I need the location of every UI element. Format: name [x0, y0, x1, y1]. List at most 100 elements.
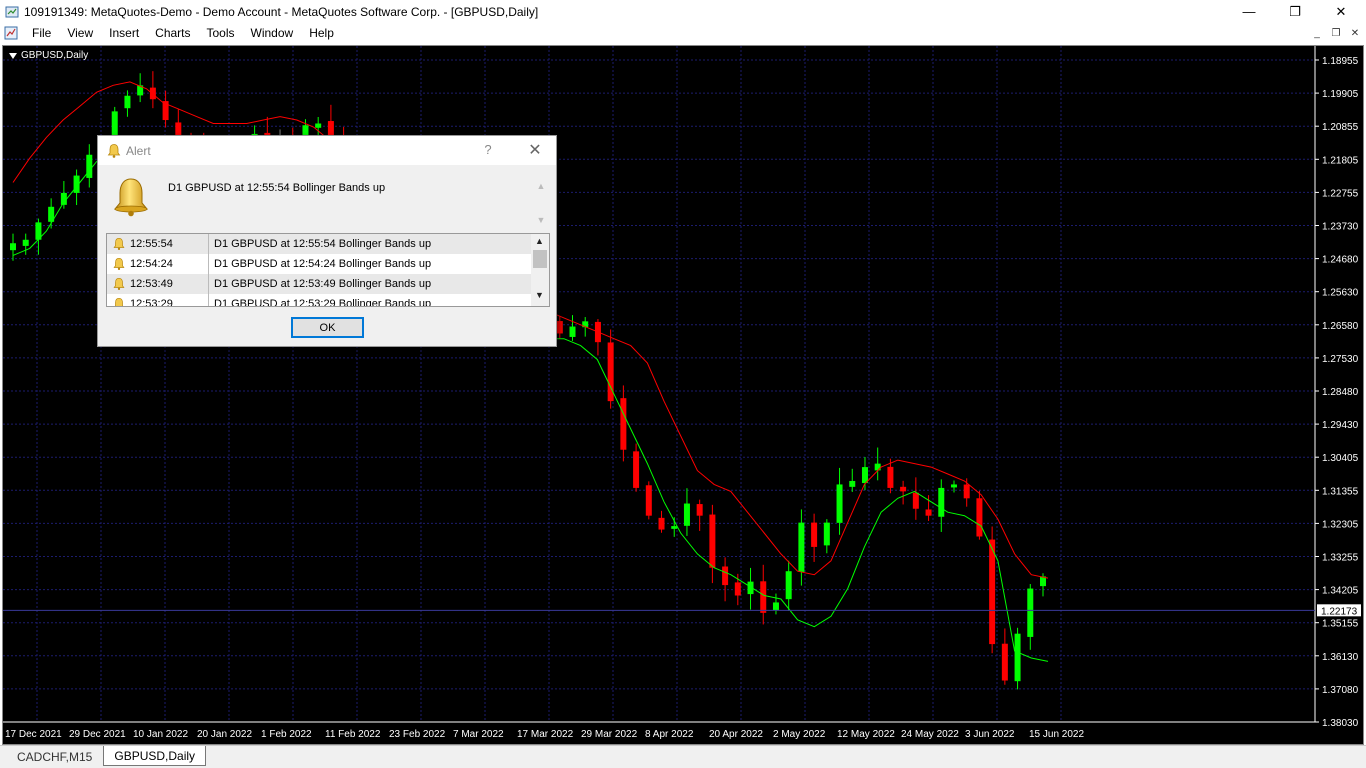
alert-time: 12:54:24	[126, 254, 209, 274]
candle-body	[963, 484, 970, 499]
y-tick-label: 1.19905	[1322, 89, 1359, 100]
candle-body	[645, 485, 652, 516]
x-tick-label: 17 Mar 2022	[517, 729, 574, 740]
candle-body	[111, 111, 118, 136]
scroll-down-icon[interactable]: ▼	[535, 290, 544, 300]
candle-body	[696, 504, 703, 516]
candle-body	[315, 123, 322, 128]
alert-text: D1 GBPUSD at 12:53:49 Bollinger Bands up	[214, 278, 432, 290]
x-tick-label: 17 Dec 2021	[5, 729, 62, 740]
candle-body	[861, 467, 868, 484]
x-tick-label: 24 May 2022	[901, 729, 959, 740]
candle-body	[950, 484, 957, 488]
y-tick-label: 1.20855	[1322, 122, 1359, 133]
candle-body	[86, 154, 93, 178]
alert-close-button[interactable]: ✕	[520, 140, 550, 162]
chart-tab-bar: CADCHF,M15 GBPUSD,Daily	[0, 745, 1366, 768]
y-tick-label: 1.18955	[1322, 56, 1359, 67]
y-tick-label: 1.21805	[1322, 155, 1359, 166]
candle-body	[175, 122, 182, 136]
candle-body	[556, 321, 563, 334]
window-close-button[interactable]: ✕	[1318, 0, 1364, 23]
menu-view[interactable]: View	[59, 23, 101, 43]
candle-body	[798, 522, 805, 572]
y-tick-label: 1.32305	[1322, 519, 1359, 530]
candle-body	[1001, 643, 1008, 681]
alert-bell-icon	[113, 178, 149, 217]
ok-button[interactable]: OK	[291, 317, 364, 338]
menu-bar: File View Insert Charts Tools Window Hel…	[0, 23, 1366, 43]
title-bar: 109191349: MetaQuotes-Demo - Demo Accoun…	[0, 0, 1366, 23]
bell-icon	[113, 257, 125, 270]
tab-gbpusd-daily[interactable]: GBPUSD,Daily	[103, 746, 207, 766]
alert-row[interactable]: 12:53:49 D1 GBPUSD at 12:53:49 Bollinger…	[107, 274, 531, 294]
candle-body	[149, 87, 156, 100]
x-tick-label: 11 Feb 2022	[325, 729, 381, 740]
x-tick-label: 23 Feb 2022	[389, 729, 446, 740]
x-tick-label: 20 Apr 2022	[709, 729, 763, 740]
candle-body	[811, 522, 818, 547]
y-tick-label: 1.29430	[1322, 420, 1359, 431]
menu-file[interactable]: File	[24, 23, 59, 43]
alert-text: D1 GBPUSD at 12:54:24 Bollinger Bands up	[214, 258, 432, 270]
help-button[interactable]: ?	[478, 142, 498, 160]
x-tick-label: 20 Jan 2022	[197, 729, 252, 740]
y-tick-label: 1.38030	[1322, 718, 1359, 729]
x-tick-label: 12 May 2022	[837, 729, 895, 740]
mdi-restore-button[interactable]: ❐	[1327, 26, 1345, 40]
candle-body	[658, 517, 665, 530]
menu-charts[interactable]: Charts	[147, 23, 198, 43]
candle-body	[10, 243, 16, 251]
y-tick-label: 1.26580	[1322, 321, 1359, 332]
menu-tools[interactable]: Tools	[199, 23, 243, 43]
message-scrollbar[interactable]: ▲ ▼	[534, 181, 548, 225]
alert-time: 12:55:54	[126, 234, 209, 254]
y-tick-label: 1.33255	[1322, 553, 1359, 564]
candle-body	[925, 509, 932, 516]
scrollbar-thumb[interactable]	[533, 250, 547, 268]
y-tick-label: 1.23730	[1322, 222, 1359, 233]
alert-history-list[interactable]: 12:55:54 D1 GBPUSD at 12:55:54 Bollinger…	[106, 233, 550, 307]
candle-body	[900, 486, 907, 492]
window-minimize-button[interactable]: —	[1226, 0, 1272, 23]
candle-body	[836, 484, 843, 523]
y-tick-label: 1.30405	[1322, 453, 1359, 464]
chart-symbol-label[interactable]: GBPUSD,Daily	[9, 50, 88, 61]
candle-body	[823, 522, 830, 546]
y-tick-label: 1.37080	[1322, 685, 1359, 696]
alert-row[interactable]: 12:54:24 D1 GBPUSD at 12:54:24 Bollinger…	[107, 254, 531, 274]
menu-insert[interactable]: Insert	[101, 23, 147, 43]
candle-body	[887, 466, 894, 488]
y-tick-label: 1.34205	[1322, 586, 1359, 597]
x-tick-label: 2 May 2022	[773, 729, 826, 740]
candle-body	[976, 498, 983, 537]
alert-row[interactable]: 12:53:29 D1 GBPUSD at 12:53:29 Bollinger…	[107, 294, 531, 306]
alert-row[interactable]: 12:55:54 D1 GBPUSD at 12:55:54 Bollinger…	[107, 234, 531, 254]
scroll-up-icon[interactable]: ▲	[537, 181, 546, 191]
scroll-up-icon[interactable]: ▲	[535, 236, 544, 246]
list-scrollbar[interactable]: ▲ ▼	[531, 234, 549, 306]
window-maximize-button[interactable]: ❐	[1272, 0, 1318, 23]
y-tick-label: 1.25630	[1322, 288, 1359, 299]
dropdown-triangle-icon	[9, 52, 17, 59]
candle-body	[620, 398, 627, 450]
mdi-close-button[interactable]: ✕	[1346, 26, 1364, 40]
mdi-minimize-button[interactable]: _	[1308, 26, 1326, 40]
scroll-down-icon[interactable]: ▼	[537, 215, 546, 225]
current-price-label: 1.22173	[1321, 606, 1358, 617]
y-tick-label: 1.24680	[1322, 255, 1359, 266]
alert-time: 12:53:49	[126, 274, 209, 294]
menu-window[interactable]: Window	[243, 23, 302, 43]
alert-title: Alert	[126, 143, 151, 158]
x-tick-label: 29 Mar 2022	[581, 729, 638, 740]
candle-body	[938, 487, 945, 517]
y-tick-label: 1.28480	[1322, 387, 1359, 398]
alert-dialog: Alert ? ✕ D1 GBPUSD at 12:55:54 Bollinge…	[97, 135, 557, 347]
bell-icon	[107, 143, 121, 158]
x-tick-label: 29 Dec 2021	[69, 729, 126, 740]
menu-help[interactable]: Help	[301, 23, 342, 43]
candle-body	[734, 582, 741, 596]
chart-window-icon[interactable]	[4, 26, 20, 40]
y-tick-label: 1.35155	[1322, 619, 1359, 630]
tab-cadchf-m15[interactable]: CADCHF,M15	[6, 746, 103, 766]
